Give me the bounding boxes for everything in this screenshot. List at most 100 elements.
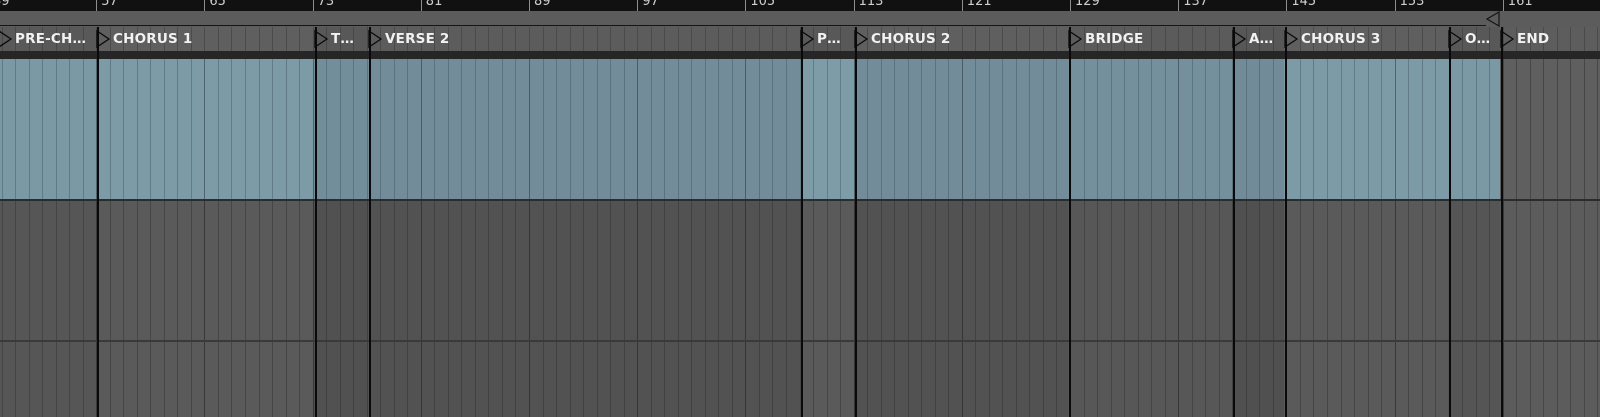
grid-line bbox=[921, 201, 923, 340]
grid-line bbox=[177, 342, 179, 417]
lane-section-shade bbox=[314, 342, 368, 417]
grid-line bbox=[921, 342, 923, 417]
grid-line bbox=[1326, 59, 1328, 199]
locator-bridge[interactable]: BRIDGE bbox=[1068, 27, 1230, 51]
grid-line bbox=[1313, 342, 1315, 417]
grid-line bbox=[285, 342, 287, 417]
locator-end[interactable]: END bbox=[1500, 27, 1598, 51]
grid-line bbox=[934, 59, 936, 199]
grid-line bbox=[258, 59, 260, 199]
grid-line bbox=[15, 342, 17, 417]
arrangement-view[interactable]: 49 57 65 73 81 89 97 105 113 121 129 137 145 153 161 P… bbox=[0, 0, 1600, 417]
lane-section-shade bbox=[1068, 342, 1232, 417]
grid-line bbox=[1097, 342, 1099, 417]
empty-track-area[interactable] bbox=[1500, 59, 1600, 199]
grid-line bbox=[975, 342, 977, 417]
grid-line bbox=[596, 59, 598, 199]
ruler-bar-number: 113 bbox=[858, 0, 884, 9]
grid-line bbox=[1083, 59, 1085, 199]
locator-label: VERSE 2 bbox=[385, 31, 450, 47]
grid-line bbox=[1408, 342, 1410, 417]
grid-line bbox=[1137, 342, 1139, 417]
locator-line bbox=[1069, 27, 1071, 417]
grid-line bbox=[556, 201, 558, 340]
locator-t[interactable]: T… bbox=[314, 27, 366, 51]
grid-line bbox=[1394, 201, 1396, 340]
locator-pre-chorus[interactable]: PRE-CH… bbox=[0, 27, 94, 51]
loop-brace[interactable] bbox=[0, 13, 1486, 26]
grid-line bbox=[42, 201, 44, 340]
grid-line bbox=[244, 342, 246, 417]
locator-o[interactable]: O… bbox=[1448, 27, 1498, 51]
grid-line bbox=[664, 342, 666, 417]
grid-line bbox=[326, 342, 328, 417]
scrub-area[interactable] bbox=[0, 51, 1600, 59]
lane-section-shade bbox=[314, 201, 368, 340]
grid-line bbox=[447, 342, 449, 417]
grid-line bbox=[244, 59, 246, 199]
grid-line bbox=[285, 201, 287, 340]
grid-line bbox=[380, 342, 382, 417]
grid-line bbox=[109, 342, 111, 417]
track-lane-3[interactable] bbox=[0, 342, 1600, 417]
locator-label: O… bbox=[1465, 31, 1491, 47]
bar-ruler[interactable] bbox=[0, 0, 1600, 11]
grid-line bbox=[150, 59, 152, 199]
grid-line bbox=[610, 342, 612, 417]
grid-line bbox=[1164, 59, 1166, 199]
locator-line bbox=[1449, 27, 1451, 417]
grid-line bbox=[1570, 201, 1572, 340]
grid-line bbox=[894, 342, 896, 417]
grid-line bbox=[1381, 201, 1383, 340]
ruler-tick bbox=[312, 0, 314, 11]
locator-label: A… bbox=[1249, 31, 1274, 47]
grid-line bbox=[69, 201, 71, 340]
grid-line bbox=[1394, 59, 1396, 199]
grid-line bbox=[1042, 342, 1044, 417]
locator-chorus-2[interactable]: CHORUS 2 bbox=[854, 27, 1066, 51]
grid-line bbox=[474, 201, 476, 340]
grid-line bbox=[1408, 59, 1410, 199]
grid-line bbox=[1056, 201, 1058, 340]
grid-line bbox=[1381, 59, 1383, 199]
grid-line bbox=[664, 59, 666, 199]
grid-line bbox=[1475, 59, 1477, 199]
ruler-tick bbox=[420, 0, 422, 11]
locator-p[interactable]: P… bbox=[800, 27, 852, 51]
ruler-bar-number: 121 bbox=[966, 0, 992, 9]
ruler-tick bbox=[1070, 0, 1071, 11]
grid-line bbox=[1543, 59, 1545, 199]
grid-line bbox=[948, 201, 950, 340]
grid-line bbox=[272, 342, 274, 417]
grid-line bbox=[28, 59, 30, 199]
locator-chorus-3[interactable]: CHORUS 3 bbox=[1284, 27, 1446, 51]
grid-line bbox=[204, 201, 206, 340]
grid-line bbox=[1218, 59, 1220, 199]
grid-line bbox=[123, 59, 125, 199]
locator-chorus-1[interactable]: CHORUS 1 bbox=[96, 27, 312, 51]
grid-line bbox=[556, 59, 558, 199]
grid-line bbox=[1015, 342, 1017, 417]
locator-verse-2[interactable]: VERSE 2 bbox=[368, 27, 798, 51]
audio-clip[interactable] bbox=[0, 59, 1500, 199]
grid-line bbox=[610, 59, 612, 199]
track-lane-2[interactable] bbox=[0, 201, 1600, 340]
grid-line bbox=[542, 59, 544, 199]
grid-line bbox=[28, 342, 30, 417]
locator-a[interactable]: A… bbox=[1232, 27, 1282, 51]
loop-end-icon[interactable] bbox=[1486, 11, 1500, 27]
grid-line bbox=[691, 201, 693, 340]
ruler-bar-number: 81 bbox=[425, 0, 443, 9]
grid-line bbox=[1502, 59, 1504, 199]
grid-line bbox=[1340, 342, 1342, 417]
grid-line bbox=[447, 59, 449, 199]
grid-line bbox=[190, 201, 192, 340]
grid-line bbox=[867, 342, 869, 417]
grid-line bbox=[1002, 201, 1004, 340]
grid-line bbox=[407, 342, 409, 417]
grid-line bbox=[1489, 59, 1491, 199]
grid-line bbox=[1489, 342, 1491, 417]
locator-line bbox=[1285, 27, 1287, 417]
grid-line bbox=[1, 59, 3, 199]
grid-line bbox=[1029, 59, 1031, 199]
